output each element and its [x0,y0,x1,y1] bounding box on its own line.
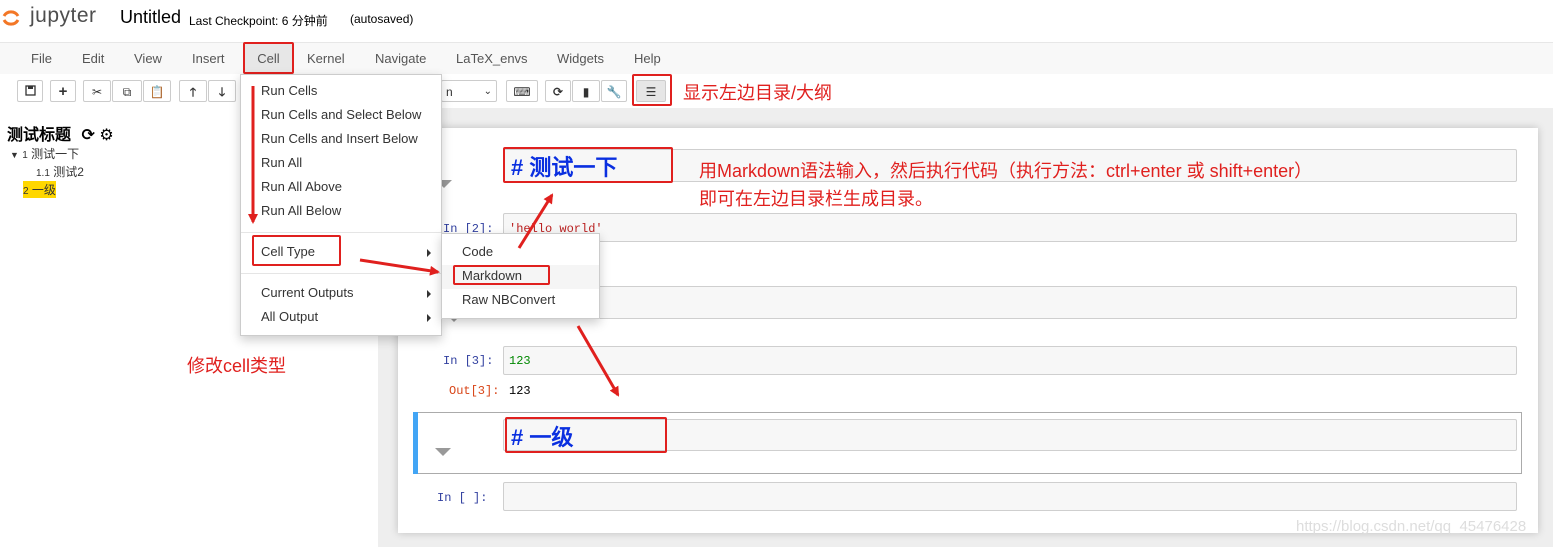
arrow-celltype-to-markdown [359,258,440,276]
watermark: https://blog.csdn.net/qq_45476428 [1296,518,1527,535]
arrow-markdown-to-heading [517,193,554,249]
annotation-arrows [248,86,620,397]
arrow-to-second-heading [576,325,620,397]
